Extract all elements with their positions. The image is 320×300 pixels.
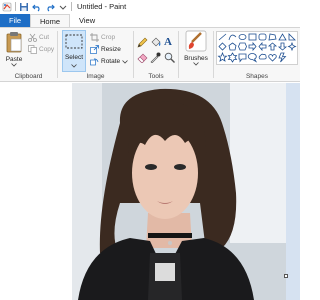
tools-group-label: Tools: [148, 73, 164, 80]
separator: [15, 2, 16, 11]
image-group-label: Image: [86, 73, 105, 80]
select-rectangle-icon: [65, 34, 83, 49]
paint-app-icon[interactable]: [2, 2, 12, 12]
paste-button[interactable]: Paste: [3, 31, 25, 67]
clipboard-group: Paste Cut Copy Clipboard: [0, 28, 57, 82]
four-point-star-icon[interactable]: [287, 41, 297, 52]
select-button[interactable]: Select: [62, 30, 86, 72]
five-point-star-icon[interactable]: [217, 51, 228, 62]
heart-icon[interactable]: [268, 54, 277, 62]
rounded-callout-icon[interactable]: [238, 53, 247, 63]
tab-home[interactable]: Home: [30, 14, 71, 27]
crop-label: Crop: [101, 34, 116, 41]
diamond-icon[interactable]: [218, 42, 227, 51]
right-arrow-icon[interactable]: [248, 41, 257, 52]
shapes-group: Shapes: [214, 28, 300, 82]
image-group: Select Crop Resize Rotate Image: [58, 28, 133, 82]
copy-label: Copy: [39, 46, 55, 53]
canvas-area[interactable]: [0, 83, 300, 300]
rotate-icon: [90, 58, 99, 66]
rectangle-icon[interactable]: [248, 33, 257, 41]
down-arrow-icon[interactable]: [277, 42, 288, 51]
cut-button[interactable]: Cut: [28, 33, 49, 42]
rotate-dropdown-icon: [122, 59, 128, 64]
brushes-group: Brushes: [179, 28, 213, 82]
lightning-icon[interactable]: [278, 52, 287, 63]
tab-file[interactable]: File: [0, 14, 30, 27]
line-icon[interactable]: [218, 33, 227, 41]
paste-icon: [5, 31, 23, 55]
ribbon: Paste Cut Copy Clipboard Select Crop Res…: [0, 27, 300, 82]
title-bar: Untitled - Paint: [0, 0, 300, 13]
customize-chevron-icon[interactable]: [58, 2, 68, 12]
paste-dropdown-icon[interactable]: [11, 63, 17, 67]
resize-label: Resize: [101, 46, 121, 53]
select-label: Select: [64, 54, 84, 61]
pasted-photo: [72, 83, 286, 300]
brushes-dropdown-icon: [193, 62, 199, 66]
right-triangle-icon[interactable]: [288, 33, 296, 41]
magnifier-icon[interactable]: [164, 52, 175, 65]
rotate-label: Rotate: [101, 58, 121, 65]
tab-view[interactable]: View: [70, 14, 104, 27]
pentagon-icon[interactable]: [228, 42, 237, 51]
hexagon-icon[interactable]: [238, 42, 247, 51]
ribbon-tabs: File Home View: [0, 13, 300, 27]
color-picker-icon[interactable]: [150, 52, 161, 65]
shapes-gallery[interactable]: [216, 31, 298, 65]
polygon-icon[interactable]: [268, 33, 277, 41]
brushes-label: Brushes: [184, 55, 208, 62]
select-dropdown-icon: [71, 64, 77, 68]
separator: [71, 2, 72, 11]
copy-button[interactable]: Copy: [28, 45, 54, 54]
fill-icon[interactable]: [150, 37, 161, 50]
resize-button[interactable]: Resize: [90, 45, 121, 54]
oval-icon[interactable]: [238, 34, 247, 40]
clipboard-group-label: Clipboard: [14, 73, 43, 80]
triangle-icon[interactable]: [278, 33, 287, 41]
redo-icon[interactable]: [45, 2, 55, 12]
up-arrow-icon[interactable]: [267, 42, 278, 51]
copy-icon: [28, 45, 37, 54]
six-point-star-icon[interactable]: [227, 52, 238, 63]
canvas-resize-handle[interactable]: [284, 274, 288, 278]
scissors-icon: [28, 33, 37, 42]
shapes-group-label: Shapes: [245, 73, 269, 80]
brush-icon: [185, 30, 207, 54]
resize-icon: [90, 45, 99, 54]
window-title: Untitled - Paint: [77, 2, 127, 11]
rounded-rectangle-icon[interactable]: [258, 33, 267, 41]
curve-icon[interactable]: [228, 34, 237, 41]
crop-icon: [90, 33, 99, 42]
pencil-icon[interactable]: [137, 37, 148, 50]
save-icon[interactable]: [19, 2, 29, 12]
oval-callout-icon[interactable]: [247, 53, 258, 63]
eraser-icon[interactable]: [137, 52, 148, 65]
undo-icon[interactable]: [32, 2, 42, 12]
paste-label: Paste: [5, 56, 23, 63]
left-arrow-icon[interactable]: [258, 41, 267, 52]
cloud-callout-icon[interactable]: [258, 53, 267, 60]
brushes-button[interactable]: Brushes: [182, 30, 210, 66]
crop-button[interactable]: Crop: [90, 33, 115, 42]
drawing-canvas[interactable]: [0, 83, 286, 300]
cut-label: Cut: [39, 34, 50, 41]
text-icon[interactable]: A: [164, 36, 172, 48]
tools-group: A Tools: [134, 28, 178, 82]
rotate-button[interactable]: Rotate: [90, 57, 128, 66]
